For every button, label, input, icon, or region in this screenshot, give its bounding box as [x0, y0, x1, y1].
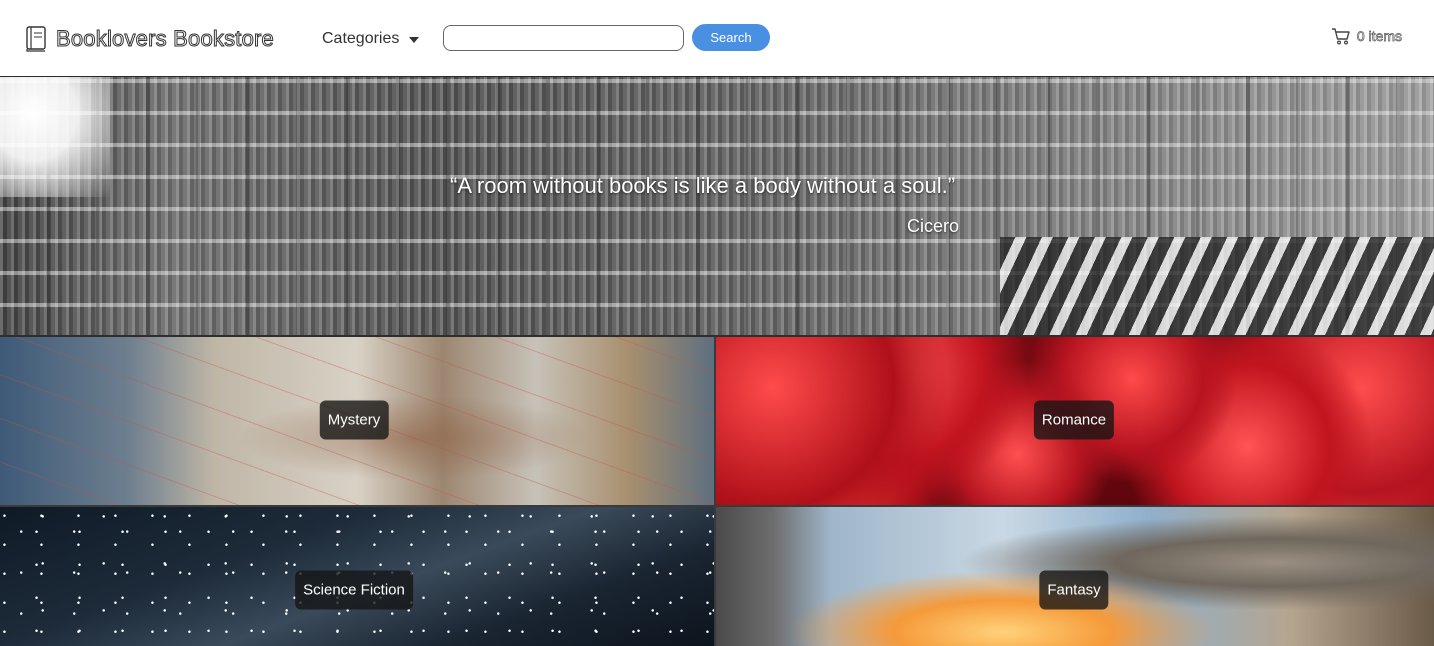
hero-quote-author: Cicero: [907, 216, 960, 236]
hero-railing: [1000, 237, 1434, 335]
category-tile-science-fiction[interactable]: Science Fiction: [0, 507, 714, 646]
categories-label: Categories: [322, 30, 400, 47]
cart-icon: [1331, 27, 1351, 45]
cart-count: 0 items: [1356, 28, 1403, 45]
search-button[interactable]: Search: [692, 24, 770, 51]
category-label-fantasy: Fantasy: [1039, 570, 1109, 610]
book-icon: [24, 25, 48, 53]
cart-link[interactable]: 0 items: [1331, 26, 1402, 46]
category-label-mystery: Mystery: [319, 400, 389, 440]
hero-window-light: [0, 77, 110, 197]
navbar: Booklovers Bookstore Categories Search 0…: [0, 0, 1434, 77]
brand-link[interactable]: Booklovers Bookstore: [24, 24, 274, 54]
hero-quote: “A room without books is like a body wit…: [450, 173, 956, 198]
categories-dropdown[interactable]: Categories: [322, 28, 420, 50]
category-label-romance: Romance: [1033, 400, 1115, 440]
search-input[interactable]: [443, 25, 684, 51]
category-tile-fantasy[interactable]: Fantasy: [716, 507, 1434, 646]
category-label-science-fiction: Science Fiction: [295, 570, 413, 610]
category-tile-romance[interactable]: Romance: [716, 337, 1434, 505]
brand-name: Booklovers Bookstore: [56, 26, 275, 52]
category-tile-mystery[interactable]: Mystery: [0, 337, 714, 505]
divider: [714, 337, 716, 646]
caret-down-icon: [409, 37, 420, 43]
hero-banner: “A room without books is like a body wit…: [0, 77, 1434, 335]
